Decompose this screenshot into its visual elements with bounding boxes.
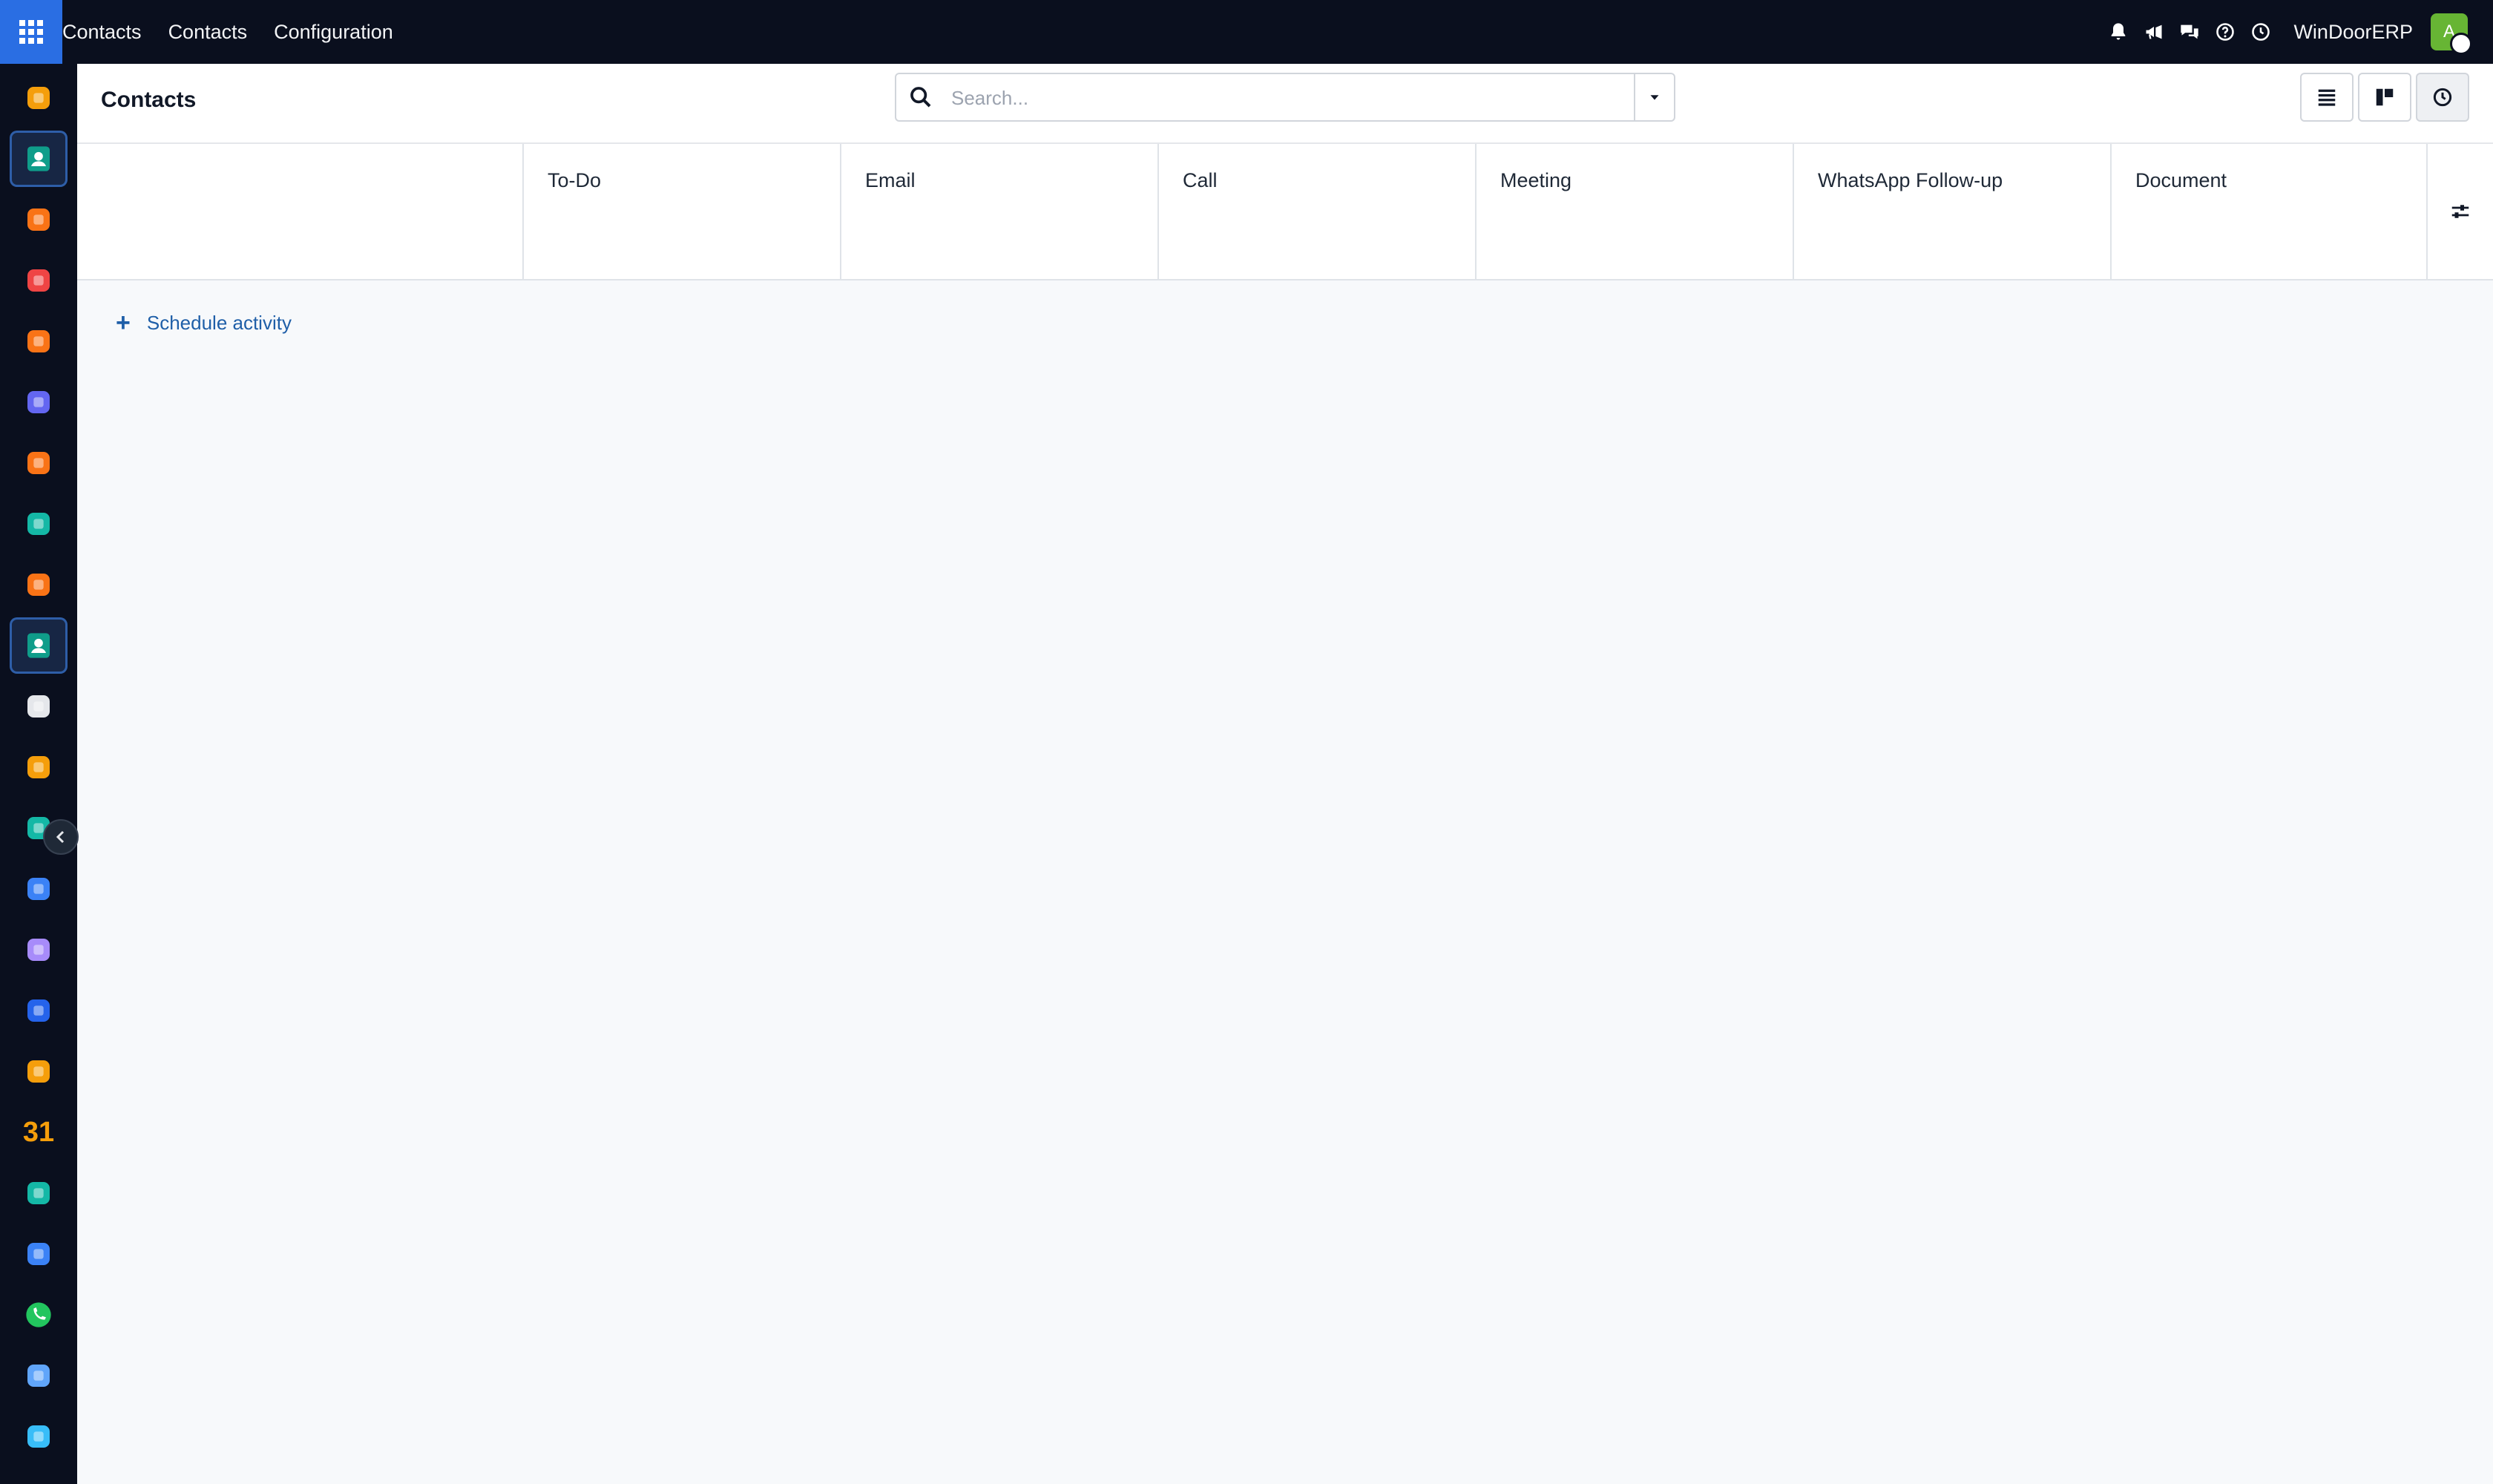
sidebar-app-app-19[interactable] xyxy=(10,1165,68,1221)
app-icon xyxy=(27,695,50,718)
sidebar-app-app-16[interactable] xyxy=(10,982,68,1039)
column-label: To-Do xyxy=(548,169,602,191)
systray: WinDoorERP A xyxy=(2101,0,2472,64)
schedule-activity-label: Schedule activity xyxy=(146,311,292,334)
sidebar-app-calendar[interactable]: 31 xyxy=(10,1104,68,1160)
menu-configuration[interactable]: Configuration xyxy=(274,21,393,44)
caret-down-icon xyxy=(1650,95,1659,100)
column-document[interactable]: Document xyxy=(2110,144,2426,279)
sidebar-app-app-8[interactable] xyxy=(10,496,68,552)
app-icon xyxy=(27,1243,50,1265)
apps-menu-button[interactable] xyxy=(0,0,62,64)
column-label: Call xyxy=(1183,169,1218,191)
list-icon xyxy=(2318,89,2336,106)
menu-brand-contacts[interactable]: Contacts xyxy=(62,21,142,44)
app-icon xyxy=(27,756,50,778)
schedule-activity-button[interactable]: + Schedule activity xyxy=(116,310,292,335)
control-panel: Contacts xyxy=(77,64,2493,144)
app-icon xyxy=(27,87,50,109)
app-icon xyxy=(27,939,50,961)
app-icon xyxy=(27,391,50,413)
app-icon xyxy=(27,513,50,535)
column-label: Document xyxy=(2135,169,2227,191)
sidebar-app-app-3[interactable] xyxy=(10,191,68,248)
column-label: Email xyxy=(865,169,916,191)
sidebar-app-app-1[interactable] xyxy=(10,70,68,126)
clock-icon xyxy=(2433,88,2452,107)
chevron-left-icon xyxy=(56,830,65,844)
column-todo[interactable]: To-Do xyxy=(522,144,840,279)
app-icon xyxy=(27,878,50,900)
calendar-icon: 31 xyxy=(22,1116,55,1148)
column-call[interactable]: Call xyxy=(1157,144,1475,279)
activity-view-button[interactable] xyxy=(2416,73,2469,122)
sidebar-app-app-6[interactable] xyxy=(10,374,68,430)
column-label: Meeting xyxy=(1500,169,1572,191)
search-icon xyxy=(910,87,931,108)
search-options-toggle[interactable] xyxy=(1634,74,1674,120)
megaphone-icon[interactable] xyxy=(2136,0,2172,64)
sidebar-app-contacts-2[interactable] xyxy=(10,617,68,674)
chat-icon[interactable] xyxy=(2172,0,2207,64)
app-sidebar: 31 xyxy=(0,64,79,1484)
view-switcher xyxy=(2300,73,2469,122)
sidebar-app-app-23[interactable] xyxy=(10,1408,68,1465)
sidebar-app-whatsapp[interactable] xyxy=(10,1287,68,1343)
search-input[interactable] xyxy=(950,80,1606,116)
list-view-button[interactable] xyxy=(2300,73,2354,122)
sidebar-app-app-5[interactable] xyxy=(10,313,68,370)
sidebar-app-app-22[interactable] xyxy=(10,1347,68,1404)
contacts-icon xyxy=(27,633,50,658)
app-icon xyxy=(27,1060,50,1083)
top-menu: Contacts Contacts Configuration xyxy=(62,0,420,64)
whatsapp-icon xyxy=(26,1302,51,1327)
sidebar-app-app-20[interactable] xyxy=(10,1226,68,1282)
app-icon xyxy=(27,999,50,1022)
company-name[interactable]: WinDoorERP xyxy=(2293,21,2413,44)
app-icon xyxy=(27,330,50,352)
column-meeting[interactable]: Meeting xyxy=(1475,144,1793,279)
app-icon xyxy=(27,1182,50,1204)
sidebar-app-app-9[interactable] xyxy=(10,556,68,613)
sidebar-app-app-12[interactable] xyxy=(10,739,68,795)
user-avatar[interactable]: A xyxy=(2431,13,2472,55)
app-icon xyxy=(27,209,50,231)
app-icon xyxy=(27,1365,50,1387)
kanban-view-button[interactable] xyxy=(2358,73,2411,122)
help-icon[interactable] xyxy=(2207,0,2243,64)
app-icon xyxy=(27,574,50,596)
column-label: WhatsApp Follow-up xyxy=(1818,169,2003,191)
app-icon xyxy=(27,269,50,292)
presence-indicator xyxy=(2450,33,2472,55)
contacts-icon xyxy=(27,146,50,171)
column-email[interactable]: Email xyxy=(840,144,1157,279)
collapse-sidebar-button[interactable] xyxy=(43,819,79,855)
sidebar-app-app-11[interactable] xyxy=(10,678,68,735)
clock-icon[interactable] xyxy=(2243,0,2279,64)
sidebar-app-app-14[interactable] xyxy=(10,861,68,917)
sidebar-app-contacts[interactable] xyxy=(10,131,68,187)
column-settings-button[interactable] xyxy=(2426,144,2493,279)
activity-grid-header: To-Do Email Call Meeting WhatsApp Follow… xyxy=(77,144,2493,280)
sidebar-app-app-7[interactable] xyxy=(10,435,68,491)
bell-icon[interactable] xyxy=(2101,0,2136,64)
page-title: Contacts xyxy=(101,88,197,112)
top-navbar: Contacts Contacts Configuration WinDoorE… xyxy=(0,0,2493,64)
sliders-icon xyxy=(2451,205,2469,218)
search-bar xyxy=(895,73,1675,122)
app-icon xyxy=(27,452,50,474)
plus-icon: + xyxy=(116,309,131,337)
sidebar-app-app-4[interactable] xyxy=(10,252,68,309)
app-icon xyxy=(27,1425,50,1448)
menu-contacts[interactable]: Contacts xyxy=(168,21,248,44)
kanban-icon xyxy=(2376,88,2394,106)
grid-icon xyxy=(19,20,43,44)
column-whatsapp-followup[interactable]: WhatsApp Follow-up xyxy=(1793,144,2110,279)
sidebar-app-app-15[interactable] xyxy=(10,922,68,978)
sidebar-app-app-17[interactable] xyxy=(10,1043,68,1100)
